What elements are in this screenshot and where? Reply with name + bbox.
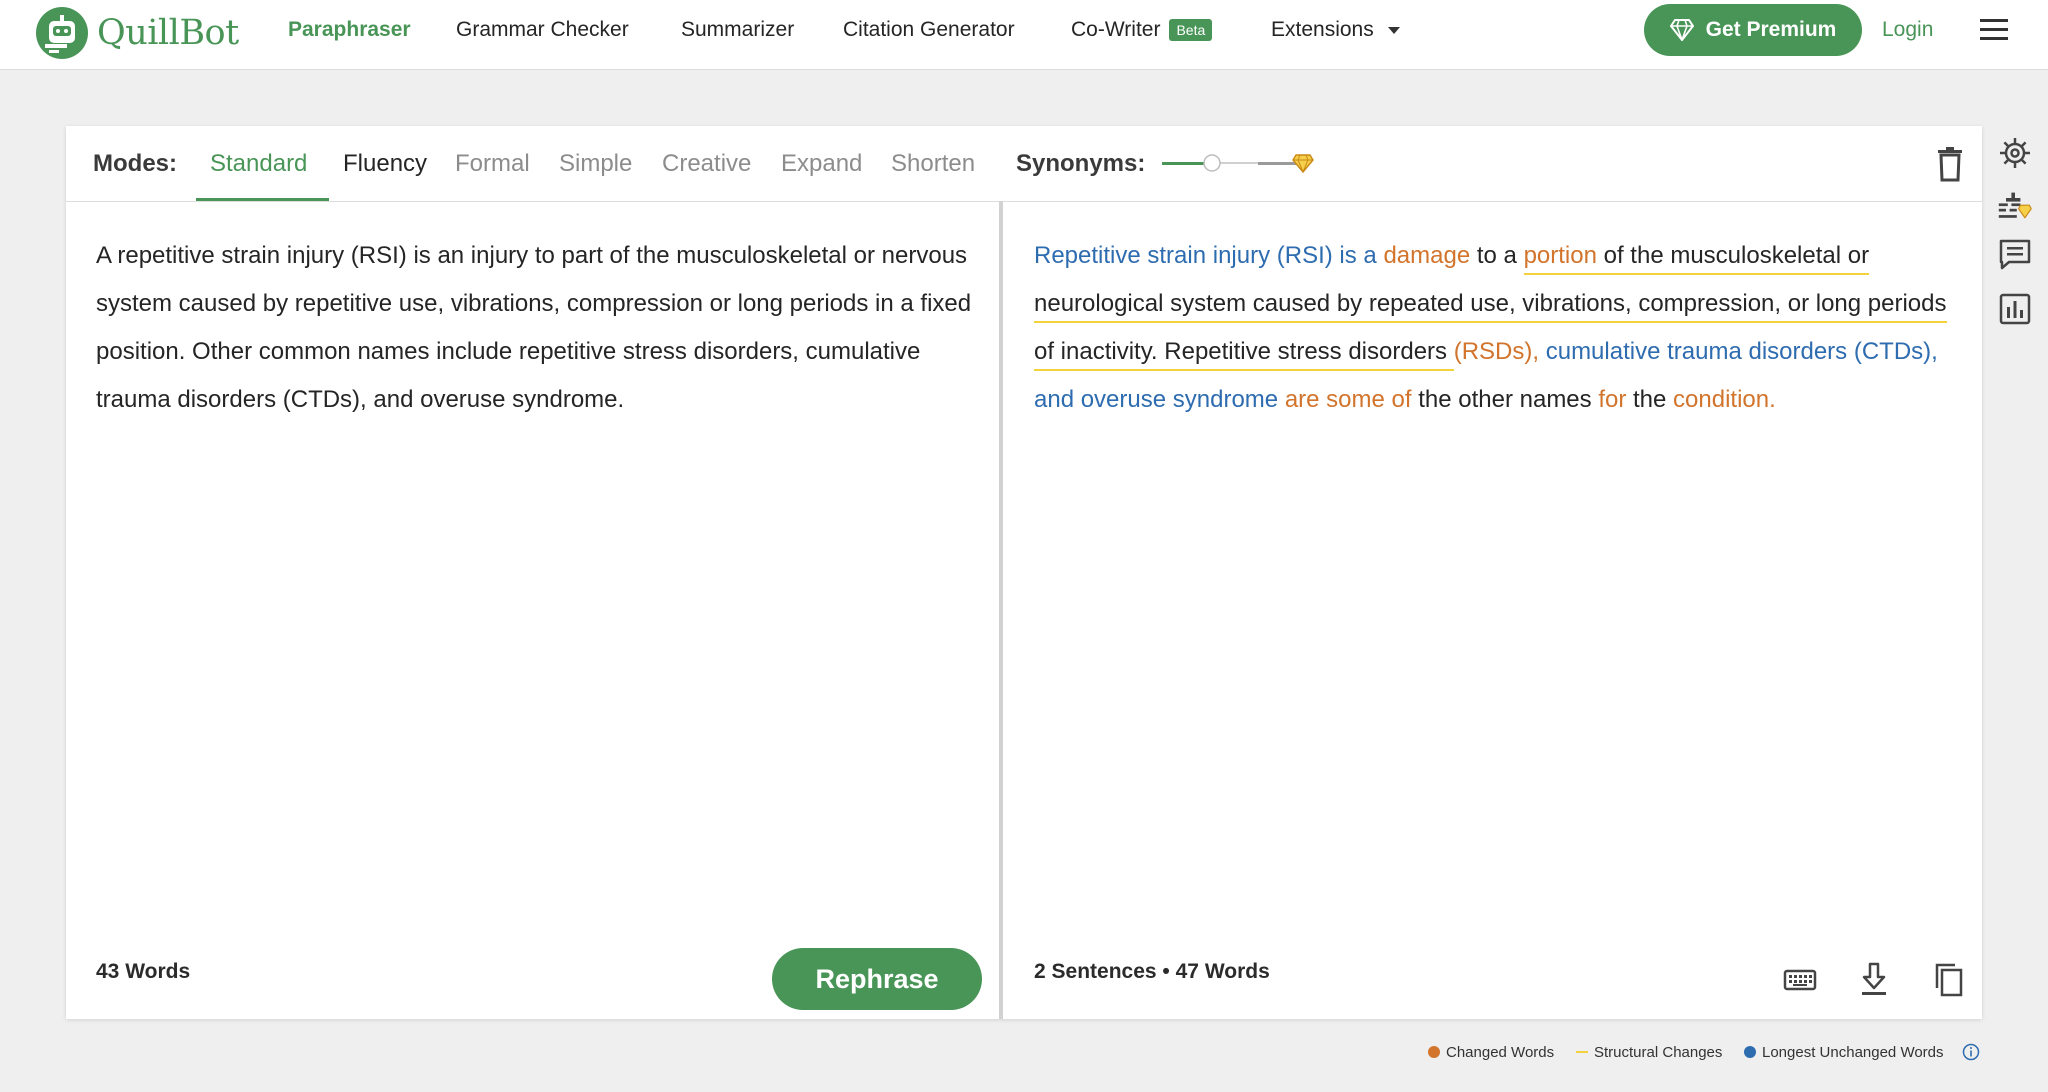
legend-unchanged-words: Longest Unchanged Words <box>1744 1041 1944 1063</box>
nav-co-writer[interactable]: Co-Writer Beta <box>1071 0 1213 60</box>
output-segment: to a <box>1470 242 1524 269</box>
premium-diamond-icon <box>1292 154 1314 174</box>
stats-separator: • <box>1162 960 1170 983</box>
input-text[interactable]: A repetitive strain injury (RSI) is an i… <box>96 232 976 424</box>
output-segment[interactable]: for <box>1598 386 1626 413</box>
info-icon[interactable] <box>1962 1043 1980 1061</box>
hamburger-menu-icon[interactable] <box>1980 19 2008 41</box>
get-premium-button[interactable]: Get Premium <box>1644 4 1862 56</box>
legend-changed-words: Changed Words <box>1428 1041 1554 1063</box>
gear-icon[interactable] <box>1997 135 2033 171</box>
output-segment[interactable]: are some of <box>1285 386 1412 413</box>
nav-citation-generator[interactable]: Citation Generator <box>843 0 1015 60</box>
diamond-icon <box>1669 19 1694 41</box>
output-word-count: 47 Words <box>1175 960 1270 983</box>
top-navigation: QuillBot Paraphraser Grammar Checker Sum… <box>0 0 2048 70</box>
nav-extensions[interactable]: Extensions <box>1271 0 1400 60</box>
input-word-count: 43 Words <box>96 960 191 983</box>
login-link[interactable]: Login <box>1882 0 1933 60</box>
output-segment: the other names <box>1411 386 1599 413</box>
synonyms-label: Synonyms: <box>1016 149 1146 177</box>
legend-unchanged-label: Longest Unchanged Words <box>1762 1043 1944 1061</box>
output-segment[interactable]: condition. <box>1673 386 1776 413</box>
pane-divider[interactable] <box>999 201 1003 1019</box>
keyboard-icon[interactable] <box>1782 961 1818 997</box>
nav-grammar-checker[interactable]: Grammar Checker <box>456 0 629 60</box>
chevron-down-icon <box>1387 26 1400 34</box>
mode-creative-tab[interactable]: Creative <box>662 126 751 201</box>
modes-label: Modes: <box>93 149 177 177</box>
compare-modes-icon[interactable] <box>1997 189 2033 225</box>
output-segment: the <box>1626 386 1674 413</box>
sentence-count: 2 Sentences <box>1034 960 1157 983</box>
legend-structural-changes: Structural Changes <box>1576 1041 1722 1063</box>
nav-co-writer-label: Co-Writer <box>1071 18 1161 41</box>
mode-standard-tab[interactable]: Standard <box>210 126 307 201</box>
mode-simple-tab[interactable]: Simple <box>559 126 632 201</box>
get-premium-label: Get Premium <box>1705 18 1837 41</box>
quillbot-robot-icon <box>36 7 88 59</box>
mode-formal-tab[interactable]: Formal <box>455 126 530 201</box>
output-segment[interactable]: portion <box>1524 242 1597 269</box>
legend-changed-label: Changed Words <box>1446 1043 1555 1061</box>
feedback-icon[interactable] <box>1997 236 2033 272</box>
statistics-icon[interactable] <box>1997 291 2033 327</box>
brand-name: QuillBot <box>97 13 239 53</box>
changed-words-dot-icon <box>1428 1046 1440 1058</box>
mode-toolbar: Modes: Standard Fluency Formal Simple Cr… <box>66 126 1982 202</box>
trash-icon[interactable] <box>1934 146 1966 182</box>
mode-expand-tab[interactable]: Expand <box>781 126 862 201</box>
rephrase-button[interactable]: Rephrase <box>772 948 982 1010</box>
mode-shorten-tab[interactable]: Shorten <box>891 126 975 201</box>
unchanged-words-dot-icon <box>1744 1046 1756 1058</box>
output-segment: Repetitive strain injury (RSI) is a <box>1034 242 1384 269</box>
nav-paraphraser[interactable]: Paraphraser <box>288 0 411 60</box>
output-segment[interactable]: (RSDs), <box>1454 338 1546 365</box>
structural-changes-line-icon <box>1576 1051 1588 1053</box>
paraphraser-card: Modes: Standard Fluency Formal Simple Cr… <box>66 126 1982 1019</box>
output-stats: 2 Sentences • 47 Words <box>1034 960 1270 984</box>
copy-icon[interactable] <box>1929 961 1965 997</box>
mode-fluency-tab[interactable]: Fluency <box>343 126 427 201</box>
output-text[interactable]: Repetitive strain injury (RSI) is a dama… <box>1034 232 1954 424</box>
nav-extensions-label: Extensions <box>1271 18 1374 41</box>
beta-badge: Beta <box>1169 19 1213 41</box>
quillbot-logo[interactable]: QuillBot <box>35 6 239 60</box>
output-segment[interactable]: damage <box>1383 242 1470 269</box>
download-icon[interactable] <box>1856 961 1892 997</box>
synonyms-slider[interactable] <box>1162 148 1332 178</box>
nav-summarizer[interactable]: Summarizer <box>681 0 794 60</box>
legend-structural-label: Structural Changes <box>1594 1043 1723 1061</box>
active-mode-underline <box>196 198 329 201</box>
